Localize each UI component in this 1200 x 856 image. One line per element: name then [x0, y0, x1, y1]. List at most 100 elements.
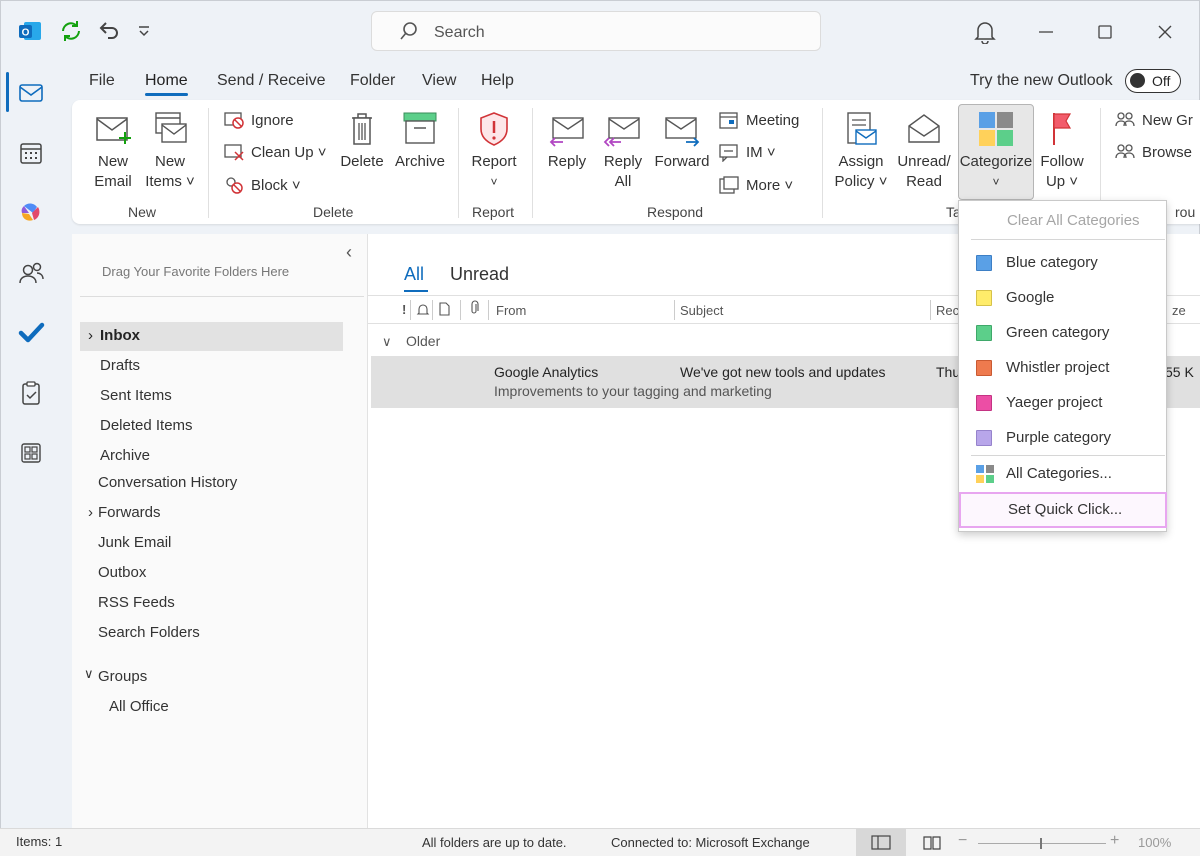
categorize-chevron-icon: ˅ — [992, 175, 1000, 189]
folder-search-folders[interactable]: Search Folders — [98, 624, 200, 641]
flag-icon — [1053, 113, 1072, 145]
menu-separator — [971, 239, 1165, 240]
menu-tabs: File Home Send / Receive Folder View Hel… — [72, 66, 1200, 96]
im-icon — [719, 144, 738, 162]
category-purple[interactable]: Purple category — [959, 421, 1166, 455]
tab-help[interactable]: Help — [481, 72, 514, 90]
follow-up-label-2: Up ˅ — [1045, 173, 1079, 190]
group-collapse-chevron-icon[interactable]: ∨ — [382, 334, 392, 350]
zoom-in-button[interactable]: + — [1110, 832, 1119, 850]
zoom-out-button[interactable]: − — [958, 832, 967, 850]
categorize-button[interactable]: Categorize ˅ — [958, 104, 1034, 200]
category-blue[interactable]: Blue category — [959, 246, 1166, 280]
follow-up-button[interactable]: Follow Up ˅ — [1036, 110, 1088, 192]
new-email-button[interactable]: New Email — [90, 112, 136, 192]
archive-button[interactable]: Archive — [392, 110, 448, 172]
set-quick-click-item[interactable]: Set Quick Click... — [959, 492, 1167, 528]
zoom-slider[interactable] — [978, 838, 1106, 849]
document-column-icon[interactable] — [438, 301, 450, 320]
folder-drafts[interactable]: Drafts — [100, 357, 140, 374]
column-received[interactable]: Rec — [936, 303, 959, 318]
reply-button[interactable]: Reply — [544, 112, 590, 172]
set-quick-click-label: Set Quick Click... — [1008, 501, 1123, 518]
folder-conversation-history[interactable]: Conversation History — [98, 474, 237, 491]
folder-forwards[interactable]: Forwards — [98, 504, 161, 521]
apps-icon[interactable] — [16, 438, 46, 468]
folder-rss-feeds[interactable]: RSS Feeds — [98, 594, 175, 611]
copilot-icon[interactable] — [16, 198, 46, 228]
reminder-column-icon[interactable] — [416, 301, 430, 320]
column-from[interactable]: From — [496, 303, 526, 318]
mail-icon[interactable] — [16, 78, 46, 108]
sync-icon[interactable] — [58, 18, 84, 44]
group-label-report: Report — [472, 204, 515, 220]
report-button[interactable]: Report ˅ — [468, 110, 520, 192]
new-outlook-toggle[interactable]: Off — [1125, 69, 1181, 93]
new-items-button[interactable]: New Items ˅ — [144, 110, 196, 192]
ignore-button[interactable]: Ignore — [223, 110, 294, 130]
collapse-pane-icon[interactable]: ‹ — [346, 242, 352, 263]
group-header-older[interactable]: Older — [406, 333, 440, 349]
clipboard-check-icon[interactable] — [16, 378, 46, 408]
new-group-button[interactable]: New Gr — [1114, 110, 1193, 130]
people-icon[interactable] — [16, 258, 46, 288]
category-swatch — [976, 255, 992, 271]
assign-policy-button[interactable]: Assign Policy ˅ — [832, 110, 890, 192]
search-box[interactable]: Search — [371, 11, 821, 51]
status-item-count: Items: 1 — [16, 834, 63, 849]
unread-read-button[interactable]: Unread/ Read — [896, 110, 952, 192]
maximize-button[interactable] — [1095, 22, 1115, 42]
category-yaeger-project[interactable]: Yaeger project — [959, 386, 1166, 420]
block-button[interactable]: Block ˅ — [223, 175, 301, 195]
category-google[interactable]: Google — [959, 281, 1166, 315]
zoom-slider-thumb[interactable] — [1040, 838, 1042, 849]
attachment-column-icon[interactable] — [468, 300, 480, 319]
all-categories-item[interactable]: All Categories... — [959, 457, 1166, 491]
calendar-icon[interactable] — [16, 138, 46, 168]
tab-folder[interactable]: Folder — [350, 72, 395, 90]
folder-junk-email[interactable]: Junk Email — [98, 534, 171, 551]
importance-column-icon[interactable]: ! — [402, 302, 406, 317]
tab-home[interactable]: Home — [145, 72, 188, 96]
collapse-chevron-icon[interactable]: ∨ — [84, 666, 94, 682]
quick-access-dropdown-icon[interactable] — [137, 24, 151, 38]
forward-button[interactable]: Forward — [652, 112, 712, 172]
reply-all-button[interactable]: Reply All — [599, 112, 647, 192]
block-icon — [226, 177, 243, 194]
groups-header[interactable]: Groups — [98, 668, 147, 685]
clean-up-label: Clean Up ˅ — [251, 143, 327, 161]
normal-view-button[interactable] — [856, 829, 906, 856]
bell-icon[interactable] — [974, 20, 996, 45]
category-swatch — [976, 290, 992, 306]
tab-file[interactable]: File — [89, 72, 115, 90]
tab-send-receive[interactable]: Send / Receive — [217, 72, 326, 90]
close-button[interactable] — [1155, 22, 1175, 42]
meeting-button[interactable]: Meeting — [718, 110, 799, 130]
column-size[interactable]: ze — [1172, 303, 1186, 318]
minimize-button[interactable] — [1036, 22, 1056, 42]
folder-sent-items[interactable]: Sent Items — [100, 387, 172, 404]
category-green[interactable]: Green category — [959, 316, 1166, 350]
clean-up-button[interactable]: Clean Up ˅ — [223, 142, 326, 162]
more-respond-button[interactable]: More ˅ — [718, 175, 793, 195]
folder-archive[interactable]: Archive — [100, 447, 150, 464]
delete-button[interactable]: Delete — [338, 110, 386, 172]
filter-all[interactable]: All — [404, 264, 424, 285]
category-whistler-project[interactable]: Whistler project — [959, 351, 1166, 385]
folder-deleted-items[interactable]: Deleted Items — [100, 417, 193, 434]
folder-outbox[interactable]: Outbox — [98, 564, 146, 581]
column-subject[interactable]: Subject — [680, 303, 723, 318]
reading-view-button[interactable] — [918, 829, 946, 856]
undo-icon[interactable] — [96, 18, 122, 44]
todo-icon[interactable] — [16, 318, 46, 348]
expand-chevron-icon[interactable]: › — [88, 504, 93, 521]
tab-view[interactable]: View — [422, 72, 456, 90]
browse-groups-button[interactable]: Browse — [1114, 142, 1192, 162]
meeting-icon — [719, 112, 738, 129]
filter-unread[interactable]: Unread — [450, 264, 509, 285]
group-all-office[interactable]: All Office — [109, 698, 169, 715]
im-button[interactable]: IM ˅ — [718, 142, 776, 162]
more-respond-icon — [719, 176, 739, 194]
folder-inbox[interactable]: › Inbox — [80, 322, 343, 351]
zoom-level[interactable]: 100% — [1138, 835, 1171, 850]
